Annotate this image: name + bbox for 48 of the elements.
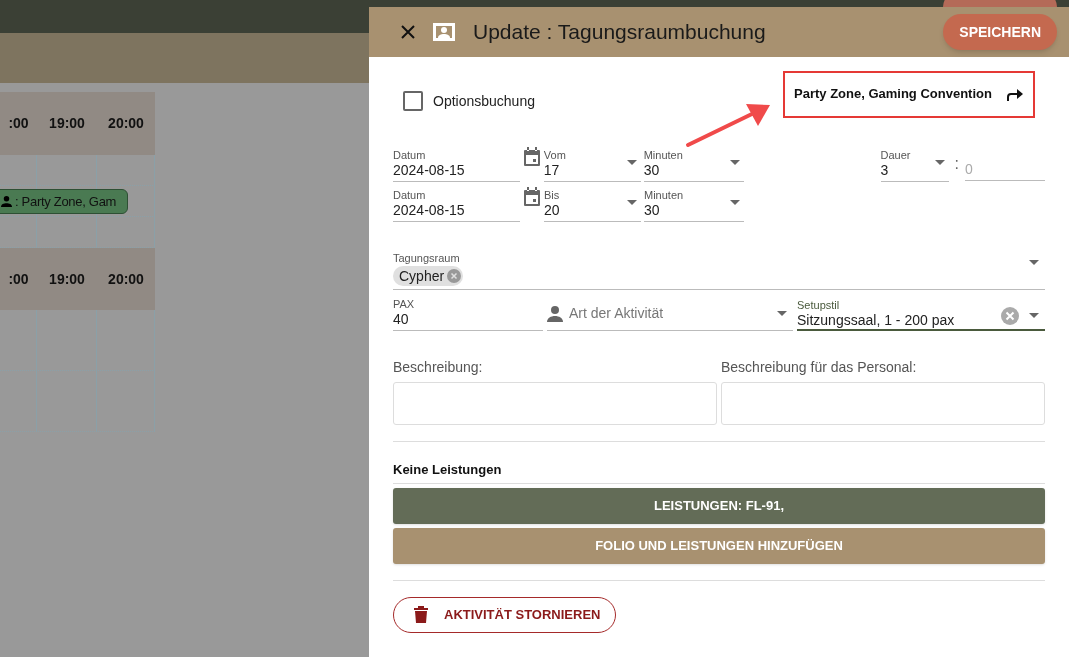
meeting-room-select[interactable]: Tagungsraum Cypher bbox=[393, 248, 1045, 290]
activity-type-select[interactable]: Art der Aktivität bbox=[547, 297, 793, 331]
event-chip[interactable]: : Party Zone, Gam bbox=[0, 189, 128, 214]
person-icon bbox=[1, 196, 12, 207]
remove-icon[interactable] bbox=[447, 269, 462, 283]
save-button[interactable]: SPEICHERN bbox=[943, 14, 1057, 50]
dropdown-caret-icon[interactable] bbox=[729, 160, 740, 165]
linked-event-box[interactable]: Party Zone, Gaming Convention bbox=[783, 70, 1035, 118]
setup-style-select[interactable]: Setupstil Sitzungssaal, 1 - 200 pax bbox=[797, 297, 1045, 331]
date-field[interactable]: Datum 2024-08-15 bbox=[393, 188, 520, 222]
dropdown-caret-icon[interactable] bbox=[626, 160, 637, 165]
room-chip[interactable]: Cypher bbox=[393, 266, 464, 286]
event-label: : Party Zone, Gam bbox=[15, 192, 117, 211]
date-field[interactable]: Datum 2024-08-15 bbox=[393, 148, 520, 182]
calendar-icon[interactable] bbox=[522, 147, 541, 167]
time-label: 20:00 bbox=[108, 114, 144, 133]
services-button[interactable]: LEISTUNGEN: FL-91, bbox=[393, 487, 1045, 524]
minute-select[interactable]: Minuten 30 bbox=[644, 188, 744, 222]
duration-minutes-input[interactable]: 0 bbox=[965, 157, 1045, 181]
dropdown-caret-icon[interactable] bbox=[1029, 260, 1039, 265]
close-icon[interactable] bbox=[401, 25, 415, 39]
time-label: :00 bbox=[8, 269, 29, 289]
time-label: 19:00 bbox=[49, 269, 85, 289]
calendar-icon[interactable] bbox=[523, 187, 541, 207]
services-heading: Keine Leistungen bbox=[393, 460, 1045, 484]
dropdown-caret-icon[interactable] bbox=[730, 200, 740, 205]
dropdown-caret-icon[interactable] bbox=[1029, 313, 1039, 318]
forward-arrow-icon bbox=[1006, 87, 1024, 101]
dropdown-caret-icon[interactable] bbox=[934, 160, 945, 165]
dropdown-caret-icon[interactable] bbox=[777, 311, 787, 316]
hour-select[interactable]: Bis 20 bbox=[544, 188, 641, 222]
person-icon bbox=[547, 305, 563, 322]
time-label: :00 bbox=[8, 114, 29, 133]
trash-icon bbox=[414, 606, 428, 623]
time-label: 20:00 bbox=[108, 269, 144, 289]
time-label: 19:00 bbox=[49, 114, 85, 133]
dialog-title: Update : Tagungsraumbuchung bbox=[473, 19, 767, 46]
option-label: Optionsbuchung bbox=[433, 91, 535, 111]
pax-field[interactable]: PAX 40 bbox=[393, 297, 543, 331]
duration-hours-select[interactable]: Dauer 3 bbox=[880, 148, 949, 182]
dropdown-caret-icon[interactable] bbox=[627, 200, 637, 205]
hour-select[interactable]: Vom 17 bbox=[543, 148, 641, 182]
description-label: Beschreibung: bbox=[393, 358, 484, 377]
time-separator: : bbox=[954, 154, 959, 174]
option-checkbox[interactable] bbox=[403, 91, 423, 111]
description-label: Beschreibung für das Personal: bbox=[721, 358, 918, 377]
contact-card-icon bbox=[433, 23, 455, 41]
minute-select[interactable]: Minuten 30 bbox=[643, 148, 744, 182]
